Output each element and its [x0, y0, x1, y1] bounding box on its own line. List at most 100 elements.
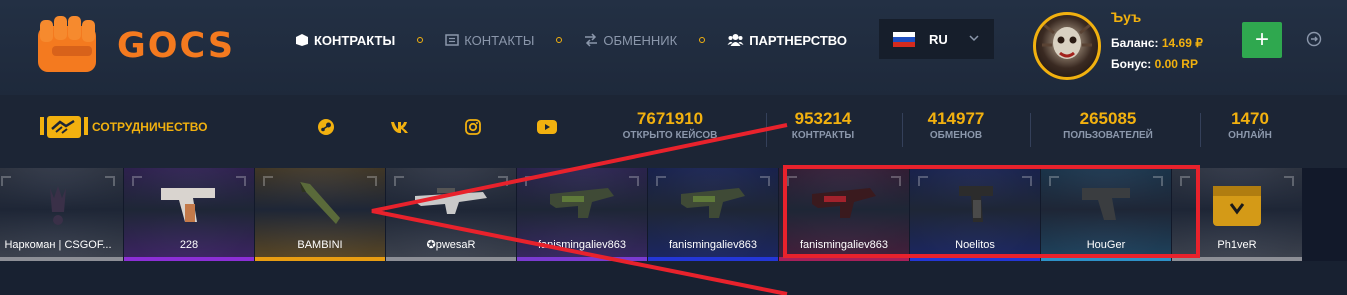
stat-value: 7671910: [636, 109, 704, 128]
card-corner: [394, 176, 404, 186]
language-code: RU: [929, 31, 948, 47]
card-corner: [525, 176, 535, 186]
stat-value: 1470: [1231, 109, 1269, 128]
drop-card[interactable]: fanismingaliev863: [648, 168, 778, 261]
instagram-link[interactable]: [461, 112, 485, 142]
bonus-label: Бонус:: [1111, 57, 1152, 71]
partnership-label: СОТРУДНИЧЕСТВО: [92, 120, 208, 134]
language-selector[interactable]: RU: [879, 19, 994, 59]
rifle-icon: [415, 188, 487, 214]
exchange-icon: [585, 33, 598, 47]
drop-card[interactable]: Noelitos: [910, 168, 1040, 261]
nav-contracts[interactable]: КОНТРАКТЫ: [295, 33, 395, 48]
drop-username: fanismingaliev863: [799, 239, 889, 251]
card-corner: [787, 176, 797, 186]
drop-card[interactable]: Ph1veR: [1172, 168, 1302, 261]
nav-partnership[interactable]: ПАРТНЕРСТВО: [727, 33, 847, 48]
vk-icon: [391, 122, 408, 133]
youtube-link[interactable]: [535, 112, 559, 142]
bonus-value: 0.00 RP: [1154, 57, 1198, 71]
balance-value: 14.69 ₽: [1161, 36, 1203, 50]
card-corner: [1153, 176, 1163, 186]
nav-contacts[interactable]: КОНТАКТЫ: [445, 33, 534, 48]
stat-divider: [1200, 113, 1201, 147]
youtube-icon: [537, 120, 557, 134]
stat-value: 414977: [927, 109, 985, 128]
nav-partnership-label: ПАРТНЕРСТВО: [749, 32, 847, 48]
page-content-area: [0, 261, 1347, 295]
avatar[interactable]: [1033, 12, 1101, 80]
nav-contacts-label: КОНТАКТЫ: [464, 32, 535, 48]
stat-label: ОТКРЫТО КЕЙСОВ: [622, 130, 718, 141]
drop-card[interactable]: ✪pwesaR: [386, 168, 516, 261]
stat-divider: [1030, 113, 1031, 147]
drop-username: HouGer: [1086, 239, 1126, 251]
card-corner: [918, 176, 928, 186]
stat-value: 265085: [1079, 109, 1137, 128]
stat-cases-opened: 7671910 ОТКРЫТО КЕЙСОВ: [616, 109, 724, 141]
vk-link[interactable]: [388, 112, 412, 142]
stat-label: КОНТРАКТЫ: [791, 130, 855, 141]
drop-card[interactable]: HouGer: [1041, 168, 1171, 261]
stat-label: ПОЛЬЗОВАТЕЛЕЙ: [1063, 130, 1153, 141]
site-header: GOCS КОНТРАКТЫ КОНТАКТЫ ОБМЕННИК ПАРТНЕР…: [0, 0, 1347, 95]
drop-username: 228: [179, 239, 199, 251]
card-corner: [1, 176, 11, 186]
card-corner: [132, 176, 142, 186]
drop-card[interactable]: fanismingaliev863: [517, 168, 647, 261]
drop-username: fanismingaliev863: [537, 239, 627, 251]
steam-link[interactable]: [314, 112, 338, 142]
add-funds-button[interactable]: +: [1242, 22, 1282, 58]
card-corner: [498, 176, 508, 186]
drop-card[interactable]: BAMBINI: [255, 168, 385, 261]
balance-label: Баланс:: [1111, 36, 1159, 50]
logout-icon[interactable]: [1306, 31, 1322, 47]
drop-username: Наркоман | CSGOF...: [4, 239, 112, 251]
fist-icon: [38, 16, 96, 72]
card-corner: [760, 176, 770, 186]
nav-separator: [556, 37, 563, 43]
card-corner: [105, 176, 115, 186]
drop-card[interactable]: 228: [124, 168, 254, 261]
russia-flag-icon: [893, 31, 915, 47]
card-corner: [236, 176, 246, 186]
partnership-link[interactable]: СОТРУДНИЧЕСТВО: [40, 113, 207, 141]
card-corner: [1022, 176, 1032, 186]
drop-username: Noelitos: [955, 239, 995, 251]
nav-contracts-label: КОНТРАКТЫ: [314, 32, 396, 48]
card-corner: [629, 176, 639, 186]
steam-icon: [318, 119, 334, 135]
drop-card[interactable]: fanismingaliev863: [779, 168, 909, 261]
nav-exchanger[interactable]: ОБМЕННИК: [584, 33, 677, 48]
site-logo[interactable]: GOCS: [32, 12, 236, 82]
stat-label: ОБМЕНОВ: [929, 130, 983, 141]
main-nav: КОНТРАКТЫ КОНТАКТЫ ОБМЕННИК ПАРТНЕРСТВО: [295, 31, 847, 49]
drop-username: ✪pwesaR: [426, 239, 476, 251]
balance: Баланс: 14.69 ₽: [1111, 36, 1203, 50]
stat-exchanges: 414977 ОБМЕНОВ: [918, 109, 994, 141]
stat-users: 265085 ПОЛЬЗОВАТЕЛЕЙ: [1052, 109, 1164, 141]
card-corner: [367, 176, 377, 186]
smg-icon: [550, 188, 614, 218]
stat-divider: [766, 113, 767, 147]
pistol-icon: [161, 188, 215, 222]
pistol-icon: [1082, 188, 1130, 220]
stats-bar: СОТРУДНИЧЕСТВО 7671910 ОТКРЫТО КЕЙСОВ 95…: [0, 95, 1347, 168]
drop-card[interactable]: Наркоман | CSGOF...: [0, 168, 123, 261]
user-name[interactable]: Ъуъ: [1111, 9, 1141, 25]
card-corner: [1180, 176, 1190, 186]
users-icon: [727, 34, 744, 46]
brand-name: GOCS: [117, 26, 236, 66]
handshake-icon: [40, 116, 88, 138]
stat-contracts: 953214 КОНТРАКТЫ: [780, 109, 866, 141]
stat-online: 1470 ОНЛАЙН: [1218, 109, 1282, 141]
flag-stripe: [893, 41, 915, 47]
card-corner: [656, 176, 666, 186]
stat-label: ОНЛАЙН: [1228, 130, 1272, 141]
box-icon: [296, 34, 308, 46]
card-corner: [263, 176, 273, 186]
card-corner: [1284, 176, 1294, 186]
case-icon: [1213, 186, 1261, 226]
drop-username: Ph1veR: [1217, 239, 1257, 251]
nav-separator: [699, 37, 706, 43]
